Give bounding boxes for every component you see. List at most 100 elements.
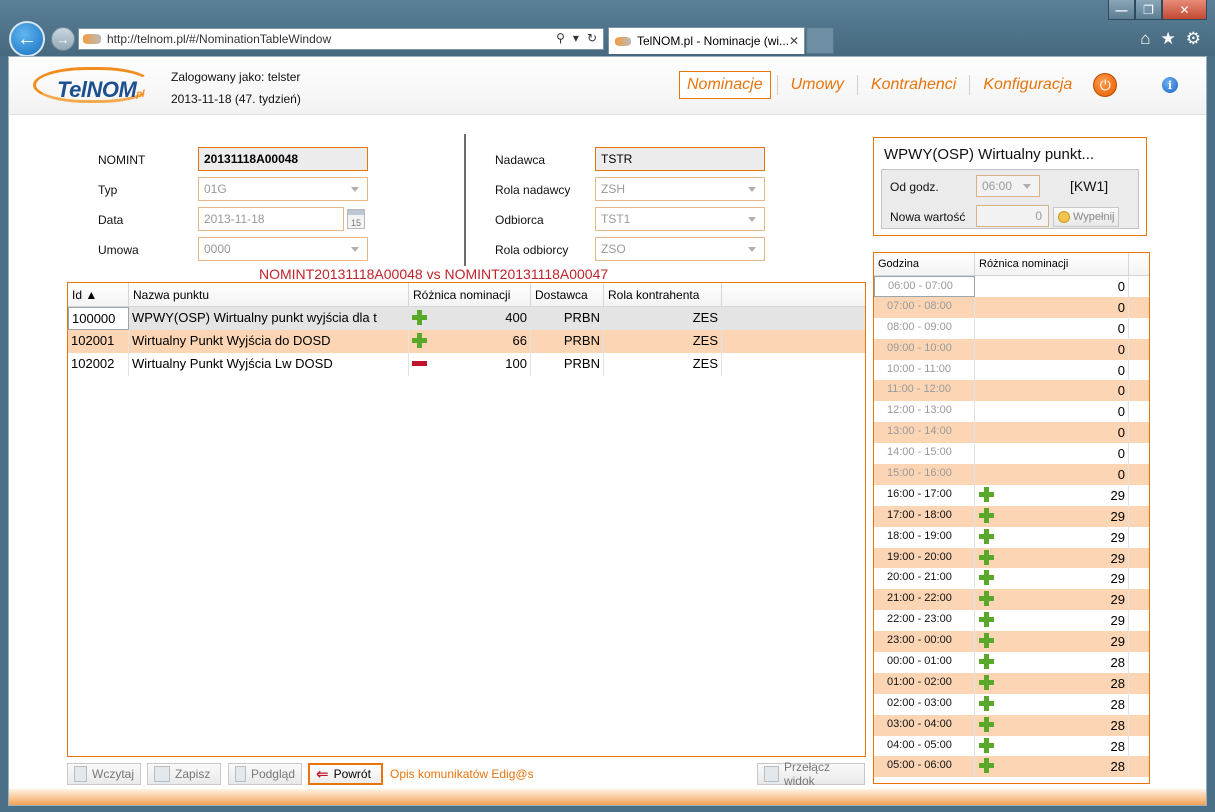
hour-cell: 18:00 - 19:00 <box>874 526 975 548</box>
plus-icon <box>979 612 994 628</box>
list-item[interactable]: 06:00 - 07:00 0 <box>874 276 1149 297</box>
col-header-diff[interactable]: Różnica nominacji <box>409 283 531 306</box>
plus-icon <box>979 486 994 502</box>
list-item[interactable]: 15:00 - 16:00 0 <box>874 464 1149 485</box>
list-item[interactable]: 10:00 - 11:00 0 <box>874 359 1149 381</box>
rola-odbiorcy-select[interactable]: ZSO <box>595 237 765 261</box>
hourly-grid-header: Godzina Różnica nominacji <box>874 253 1149 276</box>
rola-nadawcy-select[interactable]: ZSH <box>595 177 765 201</box>
back-button[interactable]: ← <box>9 21 45 57</box>
nav-nominacje[interactable]: Nominacje <box>679 71 771 99</box>
hour-diff-value: 29 <box>1110 571 1125 587</box>
table-row[interactable]: 102002 Wirtualny Punkt Wyjścia Lw DOSD 1… <box>68 353 865 376</box>
col-header-supplier[interactable]: Dostawca <box>531 283 604 306</box>
restore-button[interactable]: ❐ <box>1135 0 1162 20</box>
hour-diff-value: 29 <box>1110 613 1125 629</box>
hour-diff-cell: 29 <box>975 589 1129 611</box>
current-date-week: 2013-11-18 (47. tydzień) <box>171 92 301 106</box>
chevron-down-icon <box>748 217 756 222</box>
list-item[interactable]: 04:00 - 05:00 28 <box>874 735 1149 757</box>
tab-title: TelNOM.pl - Nominacje (wi... <box>637 34 790 48</box>
odbiorca-label: Odbiorca <box>495 213 544 227</box>
nav-kontrahenci[interactable]: Kontrahenci <box>864 72 963 98</box>
list-item[interactable]: 03:00 - 04:00 28 <box>874 714 1149 736</box>
list-item[interactable]: 22:00 - 23:00 29 <box>874 610 1149 632</box>
preview-button[interactable]: Podgląd <box>228 763 302 785</box>
app-header: TelNOMpl Zalogowany jako: telster 2013-1… <box>9 57 1206 115</box>
list-item[interactable]: 20:00 - 21:00 29 <box>874 568 1149 590</box>
switch-view-button[interactable]: Przełącz widok <box>757 760 865 788</box>
plus-icon <box>979 758 994 774</box>
list-item[interactable]: 08:00 - 09:00 0 <box>874 317 1149 339</box>
col-header-hour[interactable]: Godzina <box>874 253 975 275</box>
col-header-id[interactable]: Id ▲ <box>68 283 129 306</box>
table-row[interactable]: 100000 WPWY(OSP) Wirtualny punkt wyjścia… <box>68 307 865 330</box>
back-return-button[interactable]: ⇐ Powrót <box>308 763 383 785</box>
list-item[interactable]: 09:00 - 10:00 0 <box>874 338 1149 360</box>
refresh-icon[interactable]: ↻ <box>587 31 597 45</box>
table-row[interactable]: 102001 Wirtualny Punkt Wyjścia do DOSD 6… <box>68 330 865 353</box>
list-item[interactable]: 11:00 - 12:00 0 <box>874 380 1149 402</box>
new-tab-button[interactable] <box>806 27 834 54</box>
list-item[interactable]: 23:00 - 00:00 29 <box>874 631 1149 653</box>
fill-button[interactable]: Wypełnij <box>1053 207 1120 227</box>
col-header-hour-diff[interactable]: Różnica nominacji <box>975 253 1129 275</box>
list-item[interactable]: 07:00 - 08:00 0 <box>874 296 1149 318</box>
list-item[interactable]: 18:00 - 19:00 29 <box>874 526 1149 548</box>
umowa-select[interactable]: 0000 <box>198 237 368 261</box>
nadawca-field: TSTR <box>595 147 765 171</box>
hour-diff-value: 28 <box>1110 655 1125 671</box>
browser-tab[interactable]: TelNOM.pl - Nominacje (wi... ✕ <box>608 27 805 54</box>
hour-cell: 07:00 - 08:00 <box>874 296 975 318</box>
forward-button[interactable]: → <box>51 27 75 51</box>
load-button[interactable]: Wczytaj <box>67 763 141 785</box>
list-item[interactable]: 14:00 - 15:00 0 <box>874 443 1149 465</box>
favorites-star-icon[interactable]: ★ <box>1161 29 1176 49</box>
logout-power-icon[interactable]: ⏻ <box>1093 73 1118 97</box>
col-header-name[interactable]: Nazwa punktu <box>129 283 409 306</box>
edigas-description-link[interactable]: Opis komunikatów Edig@s <box>390 767 534 781</box>
hour-diff-value: 28 <box>1110 696 1125 712</box>
hour-diff-cell: 0 <box>975 296 1129 318</box>
settings-gear-icon[interactable]: ⚙ <box>1186 29 1201 49</box>
typ-select[interactable]: 01G <box>198 177 368 201</box>
hour-cell: 05:00 - 06:00 <box>874 756 975 778</box>
plus-icon <box>979 570 994 586</box>
hour-cell: 14:00 - 15:00 <box>874 443 975 465</box>
address-bar[interactable]: http://telnom.pl/#/NominationTableWindow… <box>78 28 604 50</box>
plus-icon <box>979 654 994 670</box>
comparison-title: NOMINT20131118A00048 vs NOMINT20131118A0… <box>259 266 609 282</box>
from-hour-select[interactable]: 06:00 <box>976 175 1040 197</box>
date-input[interactable]: 2013-11-18 <box>198 207 344 231</box>
list-item[interactable]: 05:00 - 06:00 28 <box>874 756 1149 778</box>
list-item[interactable]: 12:00 - 13:00 0 <box>874 401 1149 423</box>
calendar-icon[interactable]: 15 <box>347 209 365 229</box>
close-tab-icon[interactable]: ✕ <box>789 34 799 48</box>
new-value-input[interactable]: 0 <box>976 205 1049 227</box>
home-icon[interactable]: ⌂ <box>1140 29 1150 49</box>
list-item[interactable]: 17:00 - 18:00 29 <box>874 505 1149 527</box>
info-icon[interactable]: i <box>1162 77 1178 93</box>
list-item[interactable]: 16:00 - 17:00 29 <box>874 484 1149 506</box>
hour-diff-cell: 29 <box>975 526 1129 548</box>
hour-diff-cell: 0 <box>975 276 1129 297</box>
minimize-button[interactable]: — <box>1108 0 1135 20</box>
list-item[interactable]: 02:00 - 03:00 28 <box>874 693 1149 715</box>
list-item[interactable]: 13:00 - 14:00 0 <box>874 422 1149 444</box>
list-item[interactable]: 00:00 - 01:00 28 <box>874 652 1149 673</box>
odbiorca-select[interactable]: TST1 <box>595 207 765 231</box>
close-window-button[interactable]: ✕ <box>1162 0 1207 20</box>
hour-cell: 12:00 - 13:00 <box>874 401 975 423</box>
nav-umowy[interactable]: Umowy <box>784 72 851 98</box>
list-item[interactable]: 21:00 - 22:00 29 <box>874 589 1149 611</box>
col-header-role[interactable]: Rola kontrahenta <box>604 283 722 306</box>
list-item[interactable]: 19:00 - 20:00 29 <box>874 547 1149 569</box>
save-button[interactable]: Zapisz <box>147 763 221 785</box>
list-item[interactable]: 01:00 - 02:00 28 <box>874 672 1149 694</box>
chevron-down-icon <box>351 187 359 192</box>
search-icon[interactable]: ⚲ <box>556 31 565 45</box>
tab-favicon-icon <box>615 36 631 46</box>
hour-cell: 10:00 - 11:00 <box>874 359 975 381</box>
dropdown-icon[interactable]: ▾ <box>573 31 579 45</box>
nav-konfiguracja[interactable]: Konfiguracja <box>976 72 1079 98</box>
